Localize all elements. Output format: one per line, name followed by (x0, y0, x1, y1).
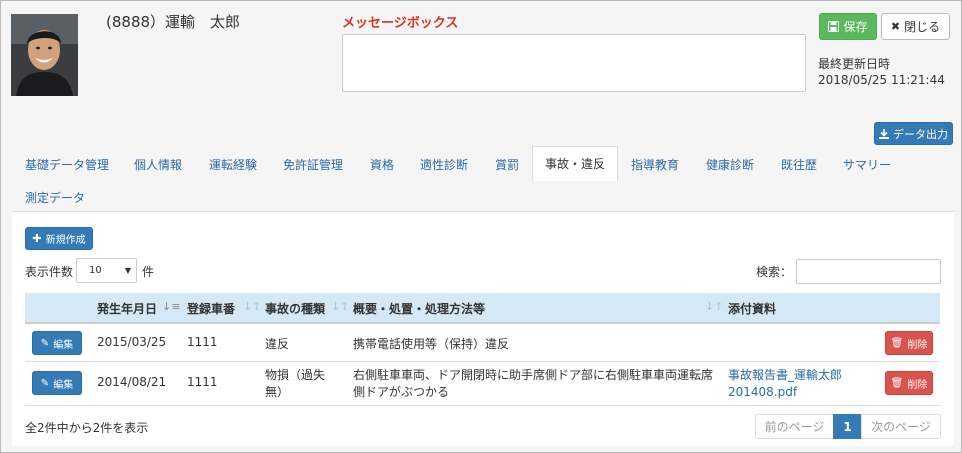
edit-button-label: 編集 (53, 339, 74, 351)
tab-medical-history[interactable]: 既往歴 (781, 156, 817, 173)
edit-icon: ✎ (40, 377, 50, 389)
column-header-type[interactable]: 事故の種類 (265, 300, 325, 317)
page-size-select[interactable]: 10 ▼ (76, 258, 137, 283)
column-header-date[interactable]: 発生年月日 (97, 300, 157, 317)
edit-button[interactable]: ✎ 編集 (32, 371, 82, 395)
page-size-label: 表示件数 (25, 265, 74, 279)
column-header-vehicle[interactable]: 登録車番 (187, 300, 235, 317)
new-record-label: 新規作成 (45, 235, 86, 246)
message-box-label: メッセージボックス (342, 16, 459, 31)
last-updated-value: 2018/05/25 11:21:44 (818, 73, 945, 87)
tab-aptitude-test[interactable]: 適性診断 (420, 156, 468, 173)
trash-icon: 🗑 (890, 377, 904, 389)
plus-icon: ✚ (32, 232, 42, 245)
search-label: 検索： (756, 265, 793, 279)
delete-button-label: 削除 (907, 339, 928, 351)
save-icon (828, 21, 840, 32)
tab-summary[interactable]: サマリー (843, 156, 891, 173)
tab-driving-experience[interactable]: 運転経験 (209, 156, 257, 173)
table-info: 全2件中から2件を表示 (25, 421, 149, 435)
sort-icon[interactable]: ↓↑ (705, 300, 723, 313)
cell-summary: 携帯電話使用等（保持）違反 (353, 337, 510, 351)
tab-guidance-education[interactable]: 指導教育 (631, 156, 679, 173)
tab-basic-data[interactable]: 基礎データ管理 (25, 156, 109, 173)
cell-attachment[interactable]: 事故報告書_運輸太郎201408.pdf (728, 367, 848, 401)
tab-accidents-violations[interactable]: 事故・違反 (532, 146, 618, 181)
table-row: ✎ 編集 2014/08/21 1111 物損（過失無） 右側駐車車両、ドア開閉… (25, 362, 940, 406)
cell-type: 違反 (265, 337, 290, 351)
tab-measurement-data[interactable]: 測定データ (25, 189, 85, 206)
sort-icon[interactable]: ↓↑ (331, 300, 349, 313)
column-header-attachment: 添付資料 (728, 302, 777, 316)
sort-icon[interactable]: ↓↑ (243, 300, 261, 313)
tab-rewards-penalties[interactable]: 賞罰 (495, 156, 519, 173)
save-button[interactable]: 保存 (819, 13, 877, 40)
page-1-button[interactable]: 1 (833, 414, 862, 439)
table-row: ✎ 編集 2015/03/25 1111 違反 携帯電話使用等（保持）違反 🗑 … (25, 324, 940, 362)
delete-button[interactable]: 🗑 削除 (885, 371, 933, 395)
close-button[interactable]: ✖ 閉じる (881, 13, 950, 40)
prev-page-button[interactable]: 前のページ (755, 414, 834, 439)
cell-date: 2014/08/21 (97, 375, 167, 389)
table-header: 発生年月日 ↓≡ 登録車番 ↓↑ 事故の種類 ↓↑ 概要・処置・処理方法等 ↓↑… (25, 293, 940, 324)
export-button-label: データ出力 (893, 127, 948, 141)
cell-summary: 右側駐車車両、ドア開閉時に助手席側ドア部に右側駐車車両運転席側ドアがぶつかる (353, 368, 714, 399)
new-record-button[interactable]: ✚ 新規作成 (25, 227, 93, 250)
cell-type: 物損（過失無） (265, 368, 326, 399)
close-button-label: 閉じる (904, 20, 941, 34)
next-page-button[interactable]: 次のページ (861, 414, 941, 439)
close-icon: ✖ (890, 20, 901, 33)
employee-name: (8888）運輸 太郎 (106, 13, 241, 31)
column-header-summary[interactable]: 概要・処置・処理方法等 (353, 300, 485, 317)
page-size-value: 10 (89, 265, 102, 276)
sort-desc-icon[interactable]: ↓≡ (162, 300, 180, 313)
edit-button-label: 編集 (53, 379, 74, 391)
tab-license-management[interactable]: 免許証管理 (283, 156, 343, 173)
cell-date: 2015/03/25 (97, 335, 167, 349)
tab-personal-info[interactable]: 個人情報 (134, 156, 182, 173)
employee-detail-window: (8888）運輸 太郎 メッセージボックス 保存 ✖ 閉じる 最終更新日時 20… (0, 0, 962, 453)
save-button-label: 保存 (843, 20, 868, 34)
export-button[interactable]: データ出力 (874, 122, 953, 145)
cell-vehicle: 1111 (187, 335, 218, 349)
edit-icon: ✎ (40, 337, 50, 349)
page-size-suffix: 件 (142, 265, 155, 279)
message-box[interactable] (342, 34, 806, 92)
download-icon (879, 128, 889, 139)
search-input[interactable] (796, 259, 941, 284)
delete-button-label: 削除 (907, 379, 928, 391)
last-updated-label: 最終更新日時 (818, 57, 891, 71)
delete-button[interactable]: 🗑 削除 (885, 331, 933, 355)
tab-health-checkup[interactable]: 健康診断 (706, 156, 754, 173)
trash-icon: 🗑 (890, 337, 904, 349)
cell-vehicle: 1111 (187, 375, 218, 389)
tab-qualifications[interactable]: 資格 (370, 156, 394, 173)
avatar (11, 14, 78, 96)
edit-button[interactable]: ✎ 編集 (32, 331, 82, 355)
chevron-down-icon: ▼ (124, 266, 131, 275)
